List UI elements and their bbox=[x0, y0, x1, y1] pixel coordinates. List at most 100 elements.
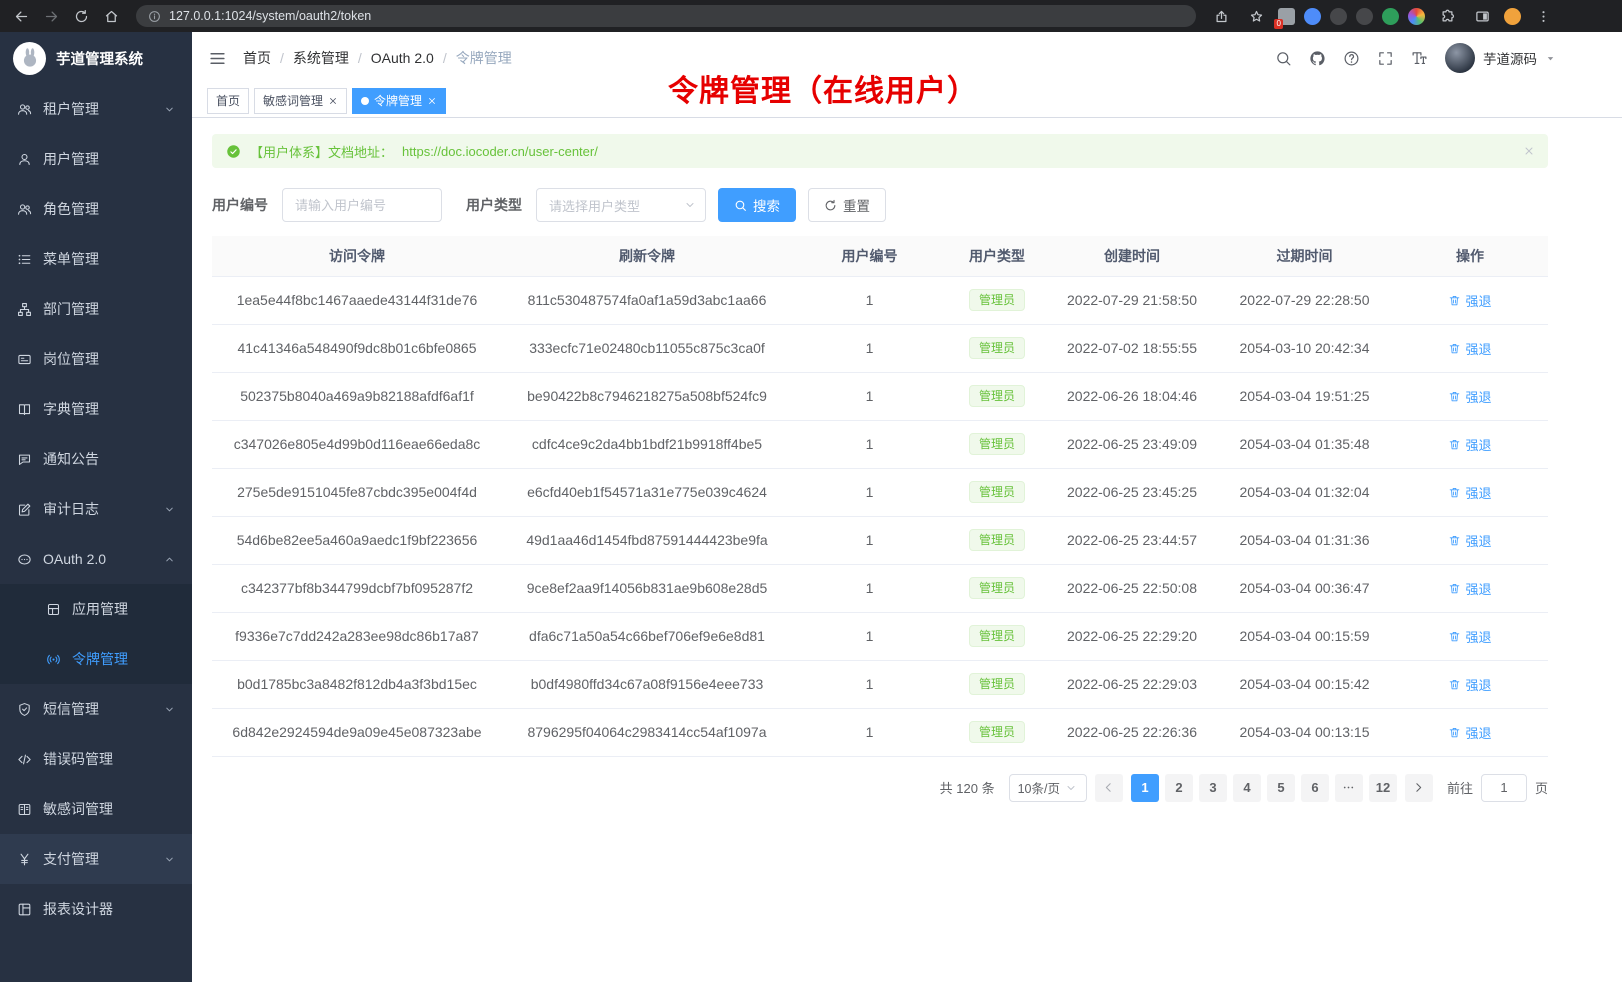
force-logout-button[interactable]: 强退 bbox=[1448, 483, 1491, 502]
sidebar-item-menu[interactable]: 菜单管理 bbox=[0, 234, 192, 284]
font-size-icon[interactable] bbox=[1411, 50, 1428, 67]
close-tab-icon[interactable] bbox=[427, 96, 437, 106]
tab-token[interactable]: 令牌管理 bbox=[352, 88, 446, 114]
bookmark-star-icon[interactable] bbox=[1243, 3, 1269, 29]
page-button-2[interactable]: 2 bbox=[1165, 774, 1193, 802]
sidebar-item-label: 错误码管理 bbox=[43, 749, 175, 769]
browser-menu-icon[interactable] bbox=[1530, 3, 1556, 29]
user-type-select[interactable]: 请选择用户类型 bbox=[536, 188, 706, 222]
user-type-cell: 管理员 bbox=[947, 516, 1047, 564]
chevron-down-icon bbox=[164, 504, 175, 515]
sidebar-item-audit-log[interactable]: 审计日志 bbox=[0, 484, 192, 534]
page-button-12[interactable]: 12 bbox=[1369, 774, 1397, 802]
page-more-button[interactable] bbox=[1335, 774, 1363, 802]
breadcrumb-item[interactable]: 系统管理 bbox=[293, 48, 349, 68]
github-icon[interactable] bbox=[1309, 50, 1326, 67]
page-button-1[interactable]: 1 bbox=[1131, 774, 1159, 802]
extension-rainbow-icon[interactable] bbox=[1408, 8, 1425, 25]
page-button-5[interactable]: 5 bbox=[1267, 774, 1295, 802]
back-icon[interactable] bbox=[8, 3, 34, 29]
token-signal-icon bbox=[46, 652, 61, 667]
fullscreen-icon[interactable] bbox=[1377, 50, 1394, 67]
created-cell: 2022-06-25 23:45:25 bbox=[1047, 468, 1217, 516]
goto-page-input[interactable] bbox=[1481, 774, 1527, 802]
tab-sensitive-word[interactable]: 敏感词管理 bbox=[254, 88, 347, 114]
reload-icon[interactable] bbox=[68, 3, 94, 29]
sidebar-item-sensitive-word[interactable]: 敏感词管理 bbox=[0, 784, 192, 834]
tab-home[interactable]: 首页 bbox=[207, 88, 249, 114]
address-bar[interactable]: 127.0.0.1:1024/system/oauth2/token bbox=[136, 5, 1196, 27]
force-logout-label: 强退 bbox=[1465, 483, 1491, 502]
page-button-4[interactable]: 4 bbox=[1233, 774, 1261, 802]
alert-close-icon[interactable] bbox=[1523, 145, 1535, 157]
extensions-puzzle-icon[interactable] bbox=[1434, 3, 1460, 29]
page-size-select[interactable]: 10条/页 bbox=[1009, 774, 1087, 802]
sidebar-item-dept[interactable]: 部门管理 bbox=[0, 284, 192, 334]
breadcrumb-item[interactable]: OAuth 2.0 bbox=[371, 50, 434, 66]
app-logo[interactable]: 芋道管理系统 bbox=[0, 32, 192, 84]
browser-profile-avatar[interactable] bbox=[1504, 8, 1521, 25]
force-logout-button[interactable]: 强退 bbox=[1448, 531, 1491, 550]
user-id-input[interactable] bbox=[282, 188, 442, 222]
user-avatar bbox=[1445, 43, 1475, 73]
force-logout-button[interactable]: 强退 bbox=[1448, 387, 1491, 406]
site-info-icon[interactable] bbox=[148, 10, 161, 23]
sidebar-item-report-designer[interactable]: 报表设计器 bbox=[0, 884, 192, 934]
page-button-6[interactable]: 6 bbox=[1301, 774, 1329, 802]
expires-cell: 2054-03-04 01:31:36 bbox=[1217, 516, 1392, 564]
prev-page-button[interactable] bbox=[1095, 774, 1123, 802]
user-type-badge: 管理员 bbox=[969, 577, 1025, 599]
force-logout-button[interactable]: 强退 bbox=[1448, 339, 1491, 358]
force-logout-button[interactable]: 强退 bbox=[1448, 435, 1491, 454]
token-table-body: 1ea5e44f8bc1467aaede43144f31de76811c5304… bbox=[212, 276, 1548, 756]
help-icon[interactable] bbox=[1343, 50, 1360, 67]
extension-gray-icon[interactable]: 0 bbox=[1278, 8, 1295, 25]
action-cell: 强退 bbox=[1392, 372, 1548, 420]
force-logout-button[interactable]: 强退 bbox=[1448, 675, 1491, 694]
sidebar-item-label: 通知公告 bbox=[43, 449, 175, 469]
sidebar-item-tenant[interactable]: 租户管理 bbox=[0, 84, 192, 134]
force-logout-button[interactable]: 强退 bbox=[1448, 291, 1491, 310]
hamburger-icon[interactable] bbox=[208, 49, 227, 68]
user-type-cell: 管理员 bbox=[947, 564, 1047, 612]
extension-blue-icon[interactable] bbox=[1304, 8, 1321, 25]
extension-dark-icon[interactable] bbox=[1330, 8, 1347, 25]
user-menu[interactable]: 芋道源码 bbox=[1445, 43, 1556, 73]
sidebar-item-dict[interactable]: 字典管理 bbox=[0, 384, 192, 434]
sidebar-item-oauth2-token[interactable]: 令牌管理 bbox=[0, 634, 192, 684]
force-logout-button[interactable]: 强退 bbox=[1448, 627, 1491, 646]
sidebar-item-oauth2-app[interactable]: 应用管理 bbox=[0, 584, 192, 634]
extension-dark2-icon[interactable] bbox=[1356, 8, 1373, 25]
breadcrumb-item[interactable]: 首页 bbox=[243, 48, 271, 68]
page-button-3[interactable]: 3 bbox=[1199, 774, 1227, 802]
reset-button[interactable]: 重置 bbox=[808, 188, 886, 222]
sidebar-item-role[interactable]: 角色管理 bbox=[0, 184, 192, 234]
share-icon[interactable] bbox=[1208, 3, 1234, 29]
expires-cell: 2054-03-10 20:42:34 bbox=[1217, 324, 1392, 372]
sidebar-item-notice[interactable]: 通知公告 bbox=[0, 434, 192, 484]
force-logout-button[interactable]: 强退 bbox=[1448, 579, 1491, 598]
split-view-icon[interactable] bbox=[1469, 3, 1495, 29]
access-token-cell: 275e5de9151045fe87cbdc395e004f4d bbox=[212, 468, 502, 516]
sidebar-item-post[interactable]: 岗位管理 bbox=[0, 334, 192, 384]
created-cell: 2022-06-25 22:26:36 bbox=[1047, 708, 1217, 756]
next-page-button[interactable] bbox=[1405, 774, 1433, 802]
sidebar-item-label: OAuth 2.0 bbox=[43, 551, 153, 567]
user-type-cell: 管理员 bbox=[947, 708, 1047, 756]
search-icon[interactable] bbox=[1275, 50, 1292, 67]
sidebar-item-error-code[interactable]: 错误码管理 bbox=[0, 734, 192, 784]
sidebar-item-label: 租户管理 bbox=[43, 99, 153, 119]
refresh-token-cell: 811c530487574fa0af1a59d3abc1aa66 bbox=[502, 276, 792, 324]
sidebar-item-pay[interactable]: 支付管理 bbox=[0, 834, 192, 884]
sidebar-item-oauth2[interactable]: OAuth 2.0 bbox=[0, 534, 192, 584]
force-logout-button[interactable]: 强退 bbox=[1448, 723, 1491, 742]
chevron-down-icon bbox=[164, 704, 175, 715]
home-icon[interactable] bbox=[98, 3, 124, 29]
sidebar-item-sms[interactable]: 短信管理 bbox=[0, 684, 192, 734]
extension-green-icon[interactable] bbox=[1382, 8, 1399, 25]
close-tab-icon[interactable] bbox=[328, 96, 338, 106]
search-button[interactable]: 搜索 bbox=[718, 188, 796, 222]
forward-icon[interactable] bbox=[38, 3, 64, 29]
doc-link[interactable]: https://doc.iocoder.cn/user-center/ bbox=[402, 144, 598, 159]
sidebar-item-user[interactable]: 用户管理 bbox=[0, 134, 192, 184]
